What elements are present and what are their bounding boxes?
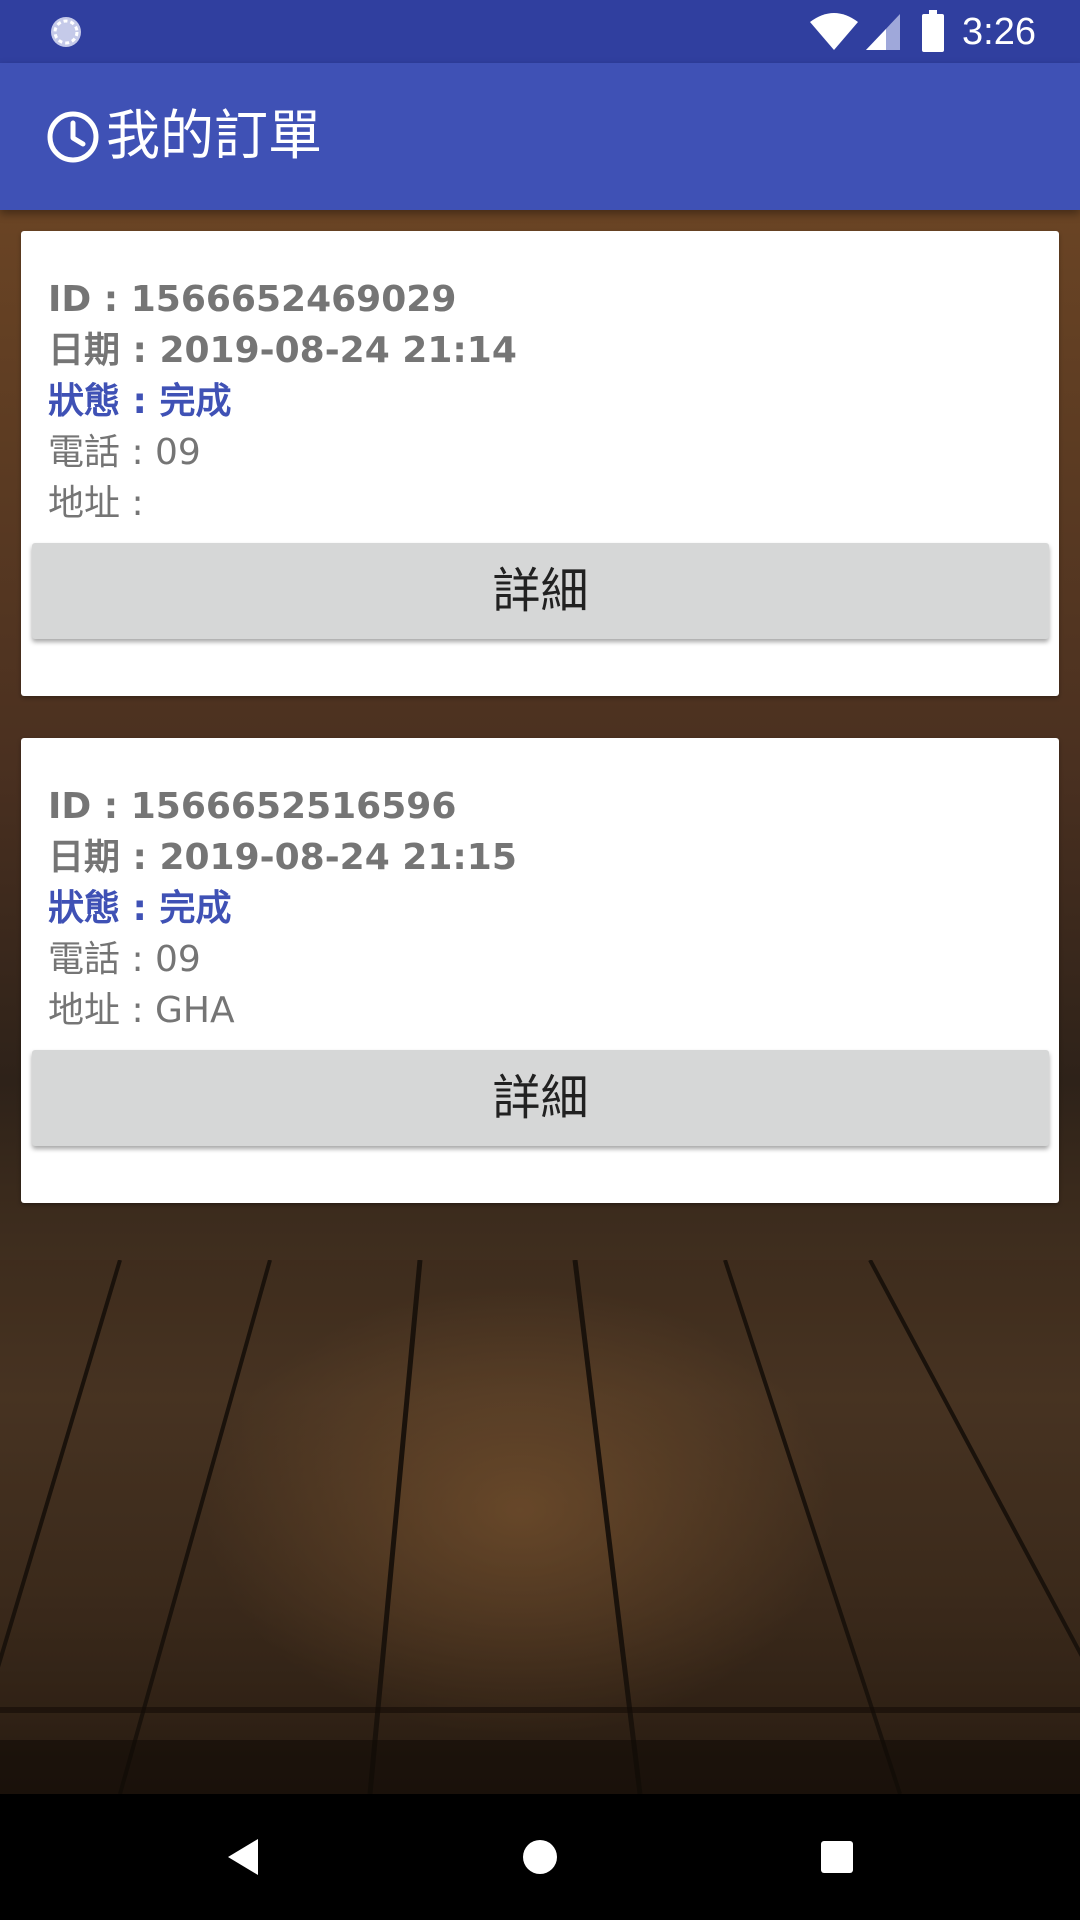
- app-bar: 我的訂單: [0, 63, 1080, 210]
- order-phone: 電話 : 09: [48, 939, 201, 980]
- order-date: 日期 : 2019-08-24 21:15: [48, 837, 517, 878]
- recents-icon[interactable]: [813, 1833, 861, 1881]
- screen: 3:26 我的訂單 ID : 1566652469029 日期 : 2019-0…: [0, 0, 1080, 1920]
- home-icon[interactable]: [516, 1833, 564, 1881]
- order-status: 狀態 : 完成: [48, 381, 232, 422]
- wifi-icon: [810, 13, 858, 50]
- order-phone: 電話 : 09: [48, 432, 201, 473]
- status-time: 3:26: [962, 11, 1036, 53]
- order-id: ID : 1566652469029: [48, 279, 457, 320]
- status-bar: 3:26: [0, 0, 1080, 63]
- signal-icon: [866, 14, 900, 50]
- page-title: 我的訂單: [106, 104, 322, 167]
- order-date: 日期 : 2019-08-24 21:14: [48, 330, 517, 371]
- order-id: ID : 1566652516596: [48, 786, 457, 827]
- navigation-bar: [0, 1794, 1080, 1920]
- detail-button[interactable]: 詳細: [32, 543, 1049, 639]
- battery-icon: [922, 10, 944, 52]
- clock-icon: [47, 111, 99, 163]
- back-icon[interactable]: [220, 1833, 268, 1881]
- wooden-table-image: [0, 1260, 1080, 1794]
- order-address: 地址 : GHA: [48, 990, 235, 1031]
- order-card: ID : 1566652469029 日期 : 2019-08-24 21:14…: [21, 231, 1059, 696]
- order-address: 地址 :: [48, 483, 144, 524]
- detail-button[interactable]: 詳細: [32, 1050, 1049, 1146]
- sync-icon: [51, 17, 81, 47]
- order-status: 狀態 : 完成: [48, 888, 232, 929]
- order-card: ID : 1566652516596 日期 : 2019-08-24 21:15…: [21, 738, 1059, 1203]
